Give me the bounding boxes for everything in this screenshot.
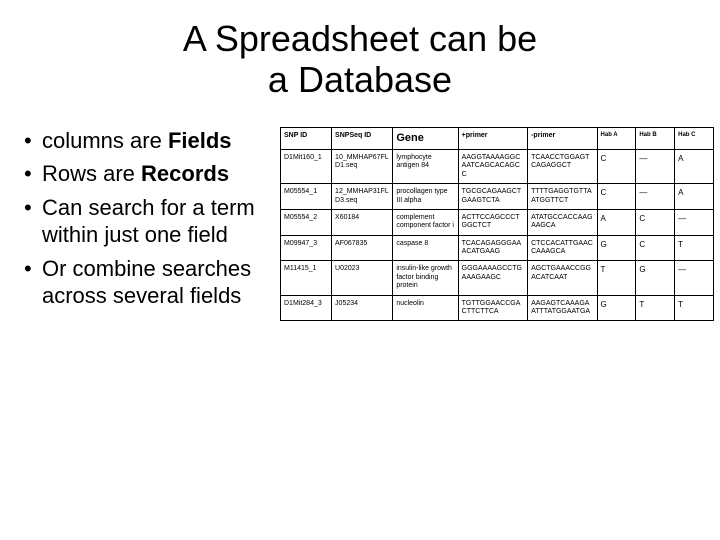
table-row: M05554_1 12_MMHAP31FLD3.seq procollagen … (281, 184, 714, 210)
cell: GGGAAAAGCCTGAAAGAAGC (458, 261, 527, 295)
cell: — (675, 209, 714, 235)
cell: A (675, 149, 714, 183)
cell: — (675, 261, 714, 295)
table-row: D1Mit160_1 10_MMHAP67FLD1.seq lymphocyte… (281, 149, 714, 183)
cell: AF067835 (332, 235, 393, 261)
cell: G (636, 261, 675, 295)
cell: ACTTCCAGCCCTGGCTCT (458, 209, 527, 235)
col-snp-id: SNP ID (281, 127, 332, 149)
cell: T (636, 295, 675, 321)
cell: X60184 (332, 209, 393, 235)
cell: A (675, 184, 714, 210)
cell: complement component factor i (393, 209, 458, 235)
cell: M05554_2 (281, 209, 332, 235)
cell: CTCCACATTGAACCAAAGCA (528, 235, 597, 261)
cell: G (597, 295, 636, 321)
cell: insulin-like growth factor binding prote… (393, 261, 458, 295)
table-row: M05554_2 X60184 complement component fac… (281, 209, 714, 235)
bullet-text: Or combine searches across several field… (42, 256, 251, 309)
col-hab-a: Hab A (597, 127, 636, 149)
bullet-text: Can search for a term within just one fi… (42, 195, 255, 248)
cell: 10_MMHAP67FLD1.seq (332, 149, 393, 183)
cell: J05234 (332, 295, 393, 321)
cell: — (636, 149, 675, 183)
bullet-item: Rows are Records (24, 160, 274, 188)
cell: procollagen type III alpha (393, 184, 458, 210)
bullet-item: Or combine searches across several field… (24, 255, 274, 310)
cell: caspase 8 (393, 235, 458, 261)
cell: C (636, 209, 675, 235)
cell: C (597, 149, 636, 183)
cell: TCAACCTGGAGTCAGAGGCT (528, 149, 597, 183)
cell: nucleolin (393, 295, 458, 321)
cell: D1Mit160_1 (281, 149, 332, 183)
cell: TGCGCAGAAGCTGAAGTCTA (458, 184, 527, 210)
cell: T (675, 235, 714, 261)
bullet-text: Rows are (42, 161, 141, 186)
col-gene: Gene (393, 127, 458, 149)
table-row: D1Mit284_3 J05234 nucleolin TGTTGGAACCGA… (281, 295, 714, 321)
cell: U02023 (332, 261, 393, 295)
cell: AGCTGAAACCGGACATCAAT (528, 261, 597, 295)
bullet-item: Can search for a term within just one fi… (24, 194, 274, 249)
cell: T (597, 261, 636, 295)
cell: TTTTGAGGTGTTAATGGTTCT (528, 184, 597, 210)
data-table-wrap: SNP ID SNPSeq ID Gene +primer -primer Ha… (280, 127, 714, 322)
col-hab-c: Hab C (675, 127, 714, 149)
cell: G (597, 235, 636, 261)
cell: TGTTGGAACCGACTTCTTCA (458, 295, 527, 321)
table-header-row: SNP ID SNPSeq ID Gene +primer -primer Ha… (281, 127, 714, 149)
cell: ATATGCCACCAAGAAGCA (528, 209, 597, 235)
title-line-2: a Database (268, 59, 452, 100)
page-title: A Spreadsheet can be a Database (20, 18, 700, 101)
col-snpseq-id: SNPSeq ID (332, 127, 393, 149)
cell: 12_MMHAP31FLD3.seq (332, 184, 393, 210)
cell: AAGAGTCAAAGAATTTATGGAATGA (528, 295, 597, 321)
cell: TCACAGAGGGAAACATGAAG (458, 235, 527, 261)
cell: M05554_1 (281, 184, 332, 210)
cell: AAGGTAAAAGGCAATCAGCACAGCC (458, 149, 527, 183)
bullet-text: columns are (42, 128, 168, 153)
col-minus-primer: -primer (528, 127, 597, 149)
title-line-1: A Spreadsheet can be (183, 18, 537, 59)
cell: M09947_3 (281, 235, 332, 261)
cell: A (597, 209, 636, 235)
cell: C (597, 184, 636, 210)
content-row: columns are Fields Rows are Records Can … (20, 127, 700, 322)
cell: lymphocyte antigen 84 (393, 149, 458, 183)
bullet-list: columns are Fields Rows are Records Can … (20, 127, 280, 316)
data-table: SNP ID SNPSeq ID Gene +primer -primer Ha… (280, 127, 714, 322)
col-plus-primer: +primer (458, 127, 527, 149)
cell: T (675, 295, 714, 321)
bullet-bold: Records (141, 161, 229, 186)
bullet-item: columns are Fields (24, 127, 274, 155)
cell: — (636, 184, 675, 210)
bullet-bold: Fields (168, 128, 232, 153)
cell: D1Mit284_3 (281, 295, 332, 321)
cell: M11415_1 (281, 261, 332, 295)
table-row: M09947_3 AF067835 caspase 8 TCACAGAGGGAA… (281, 235, 714, 261)
table-row: M11415_1 U02023 insulin-like growth fact… (281, 261, 714, 295)
col-hab-b: Hab B (636, 127, 675, 149)
slide: A Spreadsheet can be a Database columns … (0, 0, 720, 540)
cell: C (636, 235, 675, 261)
